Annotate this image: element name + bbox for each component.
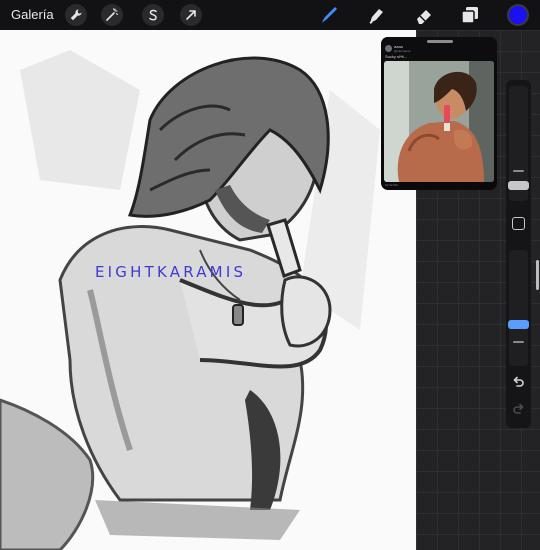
wrench-icon[interactable] xyxy=(65,4,87,26)
side-panel xyxy=(506,80,531,428)
brush-size-thumb[interactable] xyxy=(508,181,529,190)
reference-window[interactable]: aaaa @username Sucky sl*tt... 10:32 AM xyxy=(381,37,497,190)
reference-post-text: Sucky sl*tt... xyxy=(385,54,408,59)
reference-photo xyxy=(384,61,494,182)
color-picker-button[interactable] xyxy=(507,4,529,26)
smudge-icon[interactable] xyxy=(364,3,388,27)
undo-icon[interactable] xyxy=(511,375,526,390)
sketch-artwork xyxy=(0,50,380,550)
layers-icon[interactable] xyxy=(458,3,482,27)
arrow-transform-icon[interactable] xyxy=(180,4,202,26)
selection-s-icon[interactable] xyxy=(142,4,164,26)
top-toolbar: Galería xyxy=(0,0,540,30)
slider-tick xyxy=(513,170,524,172)
brush-size-slider[interactable] xyxy=(508,86,529,201)
panel-edge-handle[interactable] xyxy=(536,260,539,290)
avatar xyxy=(385,45,392,52)
opacity-slider[interactable] xyxy=(508,250,529,366)
redo-icon[interactable] xyxy=(511,402,526,417)
watermark-text: EIGHTKARAMIS xyxy=(95,263,247,281)
square-modify-icon[interactable] xyxy=(512,217,525,230)
eraser-icon[interactable] xyxy=(412,3,436,27)
magic-wand-icon[interactable] xyxy=(101,4,123,26)
opacity-thumb[interactable] xyxy=(508,320,529,329)
reference-footer: 10:32 AM xyxy=(385,183,398,187)
brush-icon[interactable] xyxy=(317,3,341,27)
reference-drag-handle[interactable] xyxy=(427,40,453,43)
drawing-canvas[interactable]: EIGHTKARAMIS xyxy=(0,30,416,550)
gallery-button[interactable]: Galería xyxy=(11,7,54,22)
reference-handle: @username xyxy=(394,49,411,53)
slider-tick xyxy=(513,341,524,343)
reference-header: aaaa @username Sucky sl*tt... xyxy=(381,37,497,61)
